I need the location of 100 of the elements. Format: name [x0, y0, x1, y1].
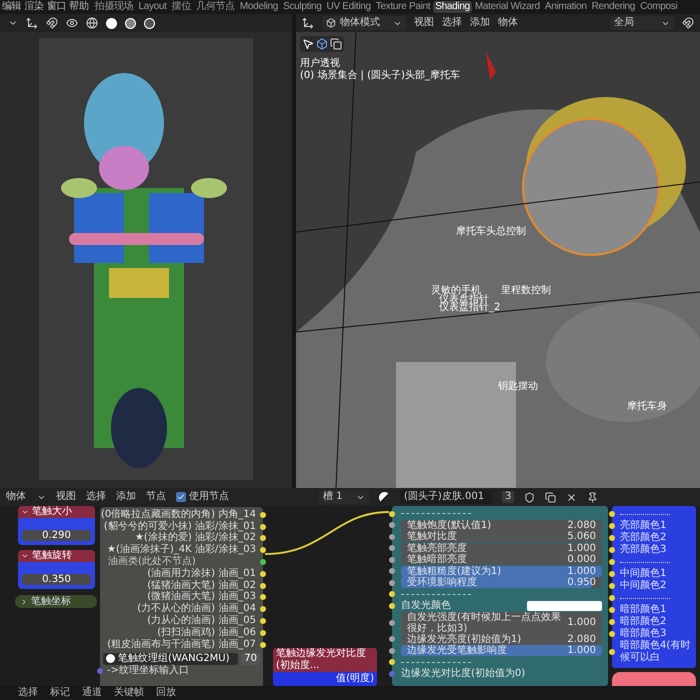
workspace-tab[interactable]: Layout [136, 1, 169, 13]
texture-user-count: 70 [241, 652, 260, 665]
separator-line [401, 513, 471, 514]
object-label: 灵敏的手机 [431, 286, 481, 296]
output-label: ★(涂抹的爱) 油彩/涂抹_02 [134, 533, 256, 544]
menu-item[interactable]: 添加 [116, 492, 136, 502]
magnet-icon[interactable] [682, 17, 694, 29]
menu-item[interactable]: 窗口 [46, 1, 66, 13]
chevron-icon [20, 598, 28, 606]
workspace-tab[interactable]: Modeling [238, 1, 280, 13]
close-icon[interactable] [566, 492, 578, 502]
object-dropdown[interactable]: 物体 [6, 492, 46, 502]
number-field[interactable]: 笔触饱度(默认值1) 2.080 [401, 520, 602, 531]
chevron-icon [21, 552, 29, 560]
duplicate-icon[interactable] [545, 492, 556, 502]
output-label: (猛猪油画大笔) 油画_02 [147, 580, 256, 591]
material-name-field[interactable]: (圆头子)皮肤.001 [400, 490, 492, 504]
value-field[interactable]: 0.350 [22, 574, 91, 585]
workspace-tab[interactable]: Texture Paint [374, 1, 432, 13]
menu-item[interactable]: 回放 [156, 688, 176, 698]
object-label: 摩托车头总控制 [456, 227, 526, 237]
group-label: 油画类(此处不节点) [108, 557, 196, 568]
menu-item[interactable]: 视图 [56, 492, 76, 502]
cube-icon [326, 18, 336, 28]
object-label: 里程数控制 [501, 286, 551, 296]
menu-item[interactable]: 选择 [442, 18, 462, 28]
number-field[interactable]: 笔触对比度 5.060 [401, 531, 602, 542]
workspace-tab[interactable]: Rendering [590, 1, 638, 13]
value-field[interactable]: 0.290 [22, 530, 91, 541]
object-label: 仪表盘指针_2 [439, 303, 500, 313]
output-label: 值(明度) [336, 674, 374, 684]
value-slider[interactable]: 边缘发光受笔触影响度 1.000 [401, 645, 602, 656]
magnet-icon[interactable] [46, 17, 58, 29]
use-nodes-checkbox[interactable] [176, 492, 186, 502]
node-header: 笔触旋转 [18, 550, 95, 562]
texture-dropdown[interactable]: 笔触纹理组(WANG2MU) [103, 652, 238, 665]
orientation-dropdown[interactable]: 全局 [610, 16, 674, 30]
input-label: 暗部颜色1 [620, 604, 668, 616]
workspace-tab[interactable]: Composi [638, 1, 680, 13]
workspace-tab[interactable]: 拍摄现场 [92, 1, 136, 13]
input-label: 暗部颜色3 [620, 628, 668, 640]
menu-item[interactable]: 物体 [498, 18, 518, 28]
menu-item[interactable]: 添加 [470, 18, 490, 28]
output-label: (油画用力涂抹) 油画_01 [147, 568, 256, 579]
select-tool-icon[interactable] [302, 38, 314, 50]
transform-icon[interactable] [302, 17, 314, 29]
user-count: 3 [502, 491, 514, 503]
box-select-icon[interactable] [316, 38, 328, 50]
gizmo-icon[interactable] [26, 17, 38, 29]
menu-item[interactable]: 选择 [18, 688, 38, 698]
input-label: ->纹理坐标输入口 [107, 666, 189, 676]
output-label: (貂兮兮的可爱小抹) 油彩/涂抹_01 [104, 522, 256, 532]
menu-item[interactable]: 关键帧 [114, 688, 144, 698]
view-name: 用户透视 [300, 58, 341, 70]
color-node[interactable]: 亮部颜色1 亮部颜色2 亮部颜色3 中间颜色1 中间颜色2 暗部颜色1 暗部颜色2 暗部颜色3 暗部颜色4(有时候可以白 [612, 506, 696, 668]
menu-item[interactable]: 渲染 [24, 1, 44, 13]
workspace-tab[interactable]: Animation [542, 1, 589, 13]
input-label: 亮部颜色2 [620, 532, 668, 544]
texture-node[interactable] [100, 507, 263, 686]
output-label: (粗皮油画布与干油画笔) 油画_07 [107, 640, 256, 650]
menu-item[interactable]: 通道 [82, 688, 102, 698]
input-label: 暗部颜色2 [620, 616, 668, 628]
eye-icon[interactable] [66, 17, 78, 29]
workspace-tab[interactable]: Material Wizard [472, 1, 542, 13]
use-nodes-label: 使用节点 [189, 492, 229, 502]
number-field[interactable]: 笔触亮部亮度 1.000 [401, 542, 602, 554]
number-field[interactable]: 笔触暗部亮度 0.000 [401, 554, 602, 566]
workspace-tab[interactable]: Shading [433, 1, 472, 13]
output-label: (力不从心的油画) 油画_04 [137, 604, 256, 614]
menu-item[interactable]: 标记 [50, 688, 70, 698]
color-swatch[interactable] [527, 600, 602, 611]
color-label: 自发光颜色 [401, 600, 452, 611]
object-label: 摩托车身 [627, 402, 667, 412]
value-slider[interactable]: 笔触粗糙度(建议为1) 1.000 [401, 566, 602, 577]
shield-icon[interactable] [524, 492, 536, 502]
workspace-tab[interactable]: Sculpting [281, 1, 324, 13]
output-label: (微猪油画大笔) 油画_03 [147, 592, 256, 602]
separator-line [401, 594, 471, 595]
menu-item[interactable]: 选择 [86, 492, 106, 502]
input-label: 中间颜色2 [620, 580, 668, 592]
slot-dropdown[interactable]: 槽 1 [319, 490, 369, 504]
input-label: 中间颜色1 [620, 568, 668, 580]
workspace-tab[interactable]: 几何节点 [194, 1, 237, 13]
menu-item[interactable]: 视图 [414, 18, 434, 28]
menu-item[interactable]: 帮助 [69, 1, 89, 13]
menu-item[interactable]: 节点 [146, 492, 166, 502]
output-label: (0倍略拉点藏画数的内角) 内角_14 [100, 510, 256, 520]
pin-icon[interactable] [587, 492, 598, 502]
workspace-tab[interactable]: UV Editing [324, 1, 373, 13]
output-label: (扫扫油画鸡) 油画_06 [157, 628, 256, 638]
collapsed-node[interactable]: 笔触坐标 [15, 595, 97, 608]
wireframe-sphere-icon[interactable] [86, 17, 98, 29]
mode-dropdown[interactable]: 物体模式 [322, 16, 406, 30]
output-label: ★(油画涂抹子)_4K 油彩/涂抹_03 [107, 545, 256, 556]
menu-item[interactable]: 编辑 [2, 1, 22, 13]
number-field[interactable]: 边缘发光亮度(初始值为1) 2.080 [401, 634, 602, 645]
workspace-tab[interactable]: 摆位 [170, 1, 194, 13]
select-mode-icon[interactable] [330, 38, 342, 50]
collection-path: (0) 场景集合 | (圆头子)头部_摩托车 [300, 70, 461, 82]
input-label: 亮部颜色3 [620, 544, 668, 556]
